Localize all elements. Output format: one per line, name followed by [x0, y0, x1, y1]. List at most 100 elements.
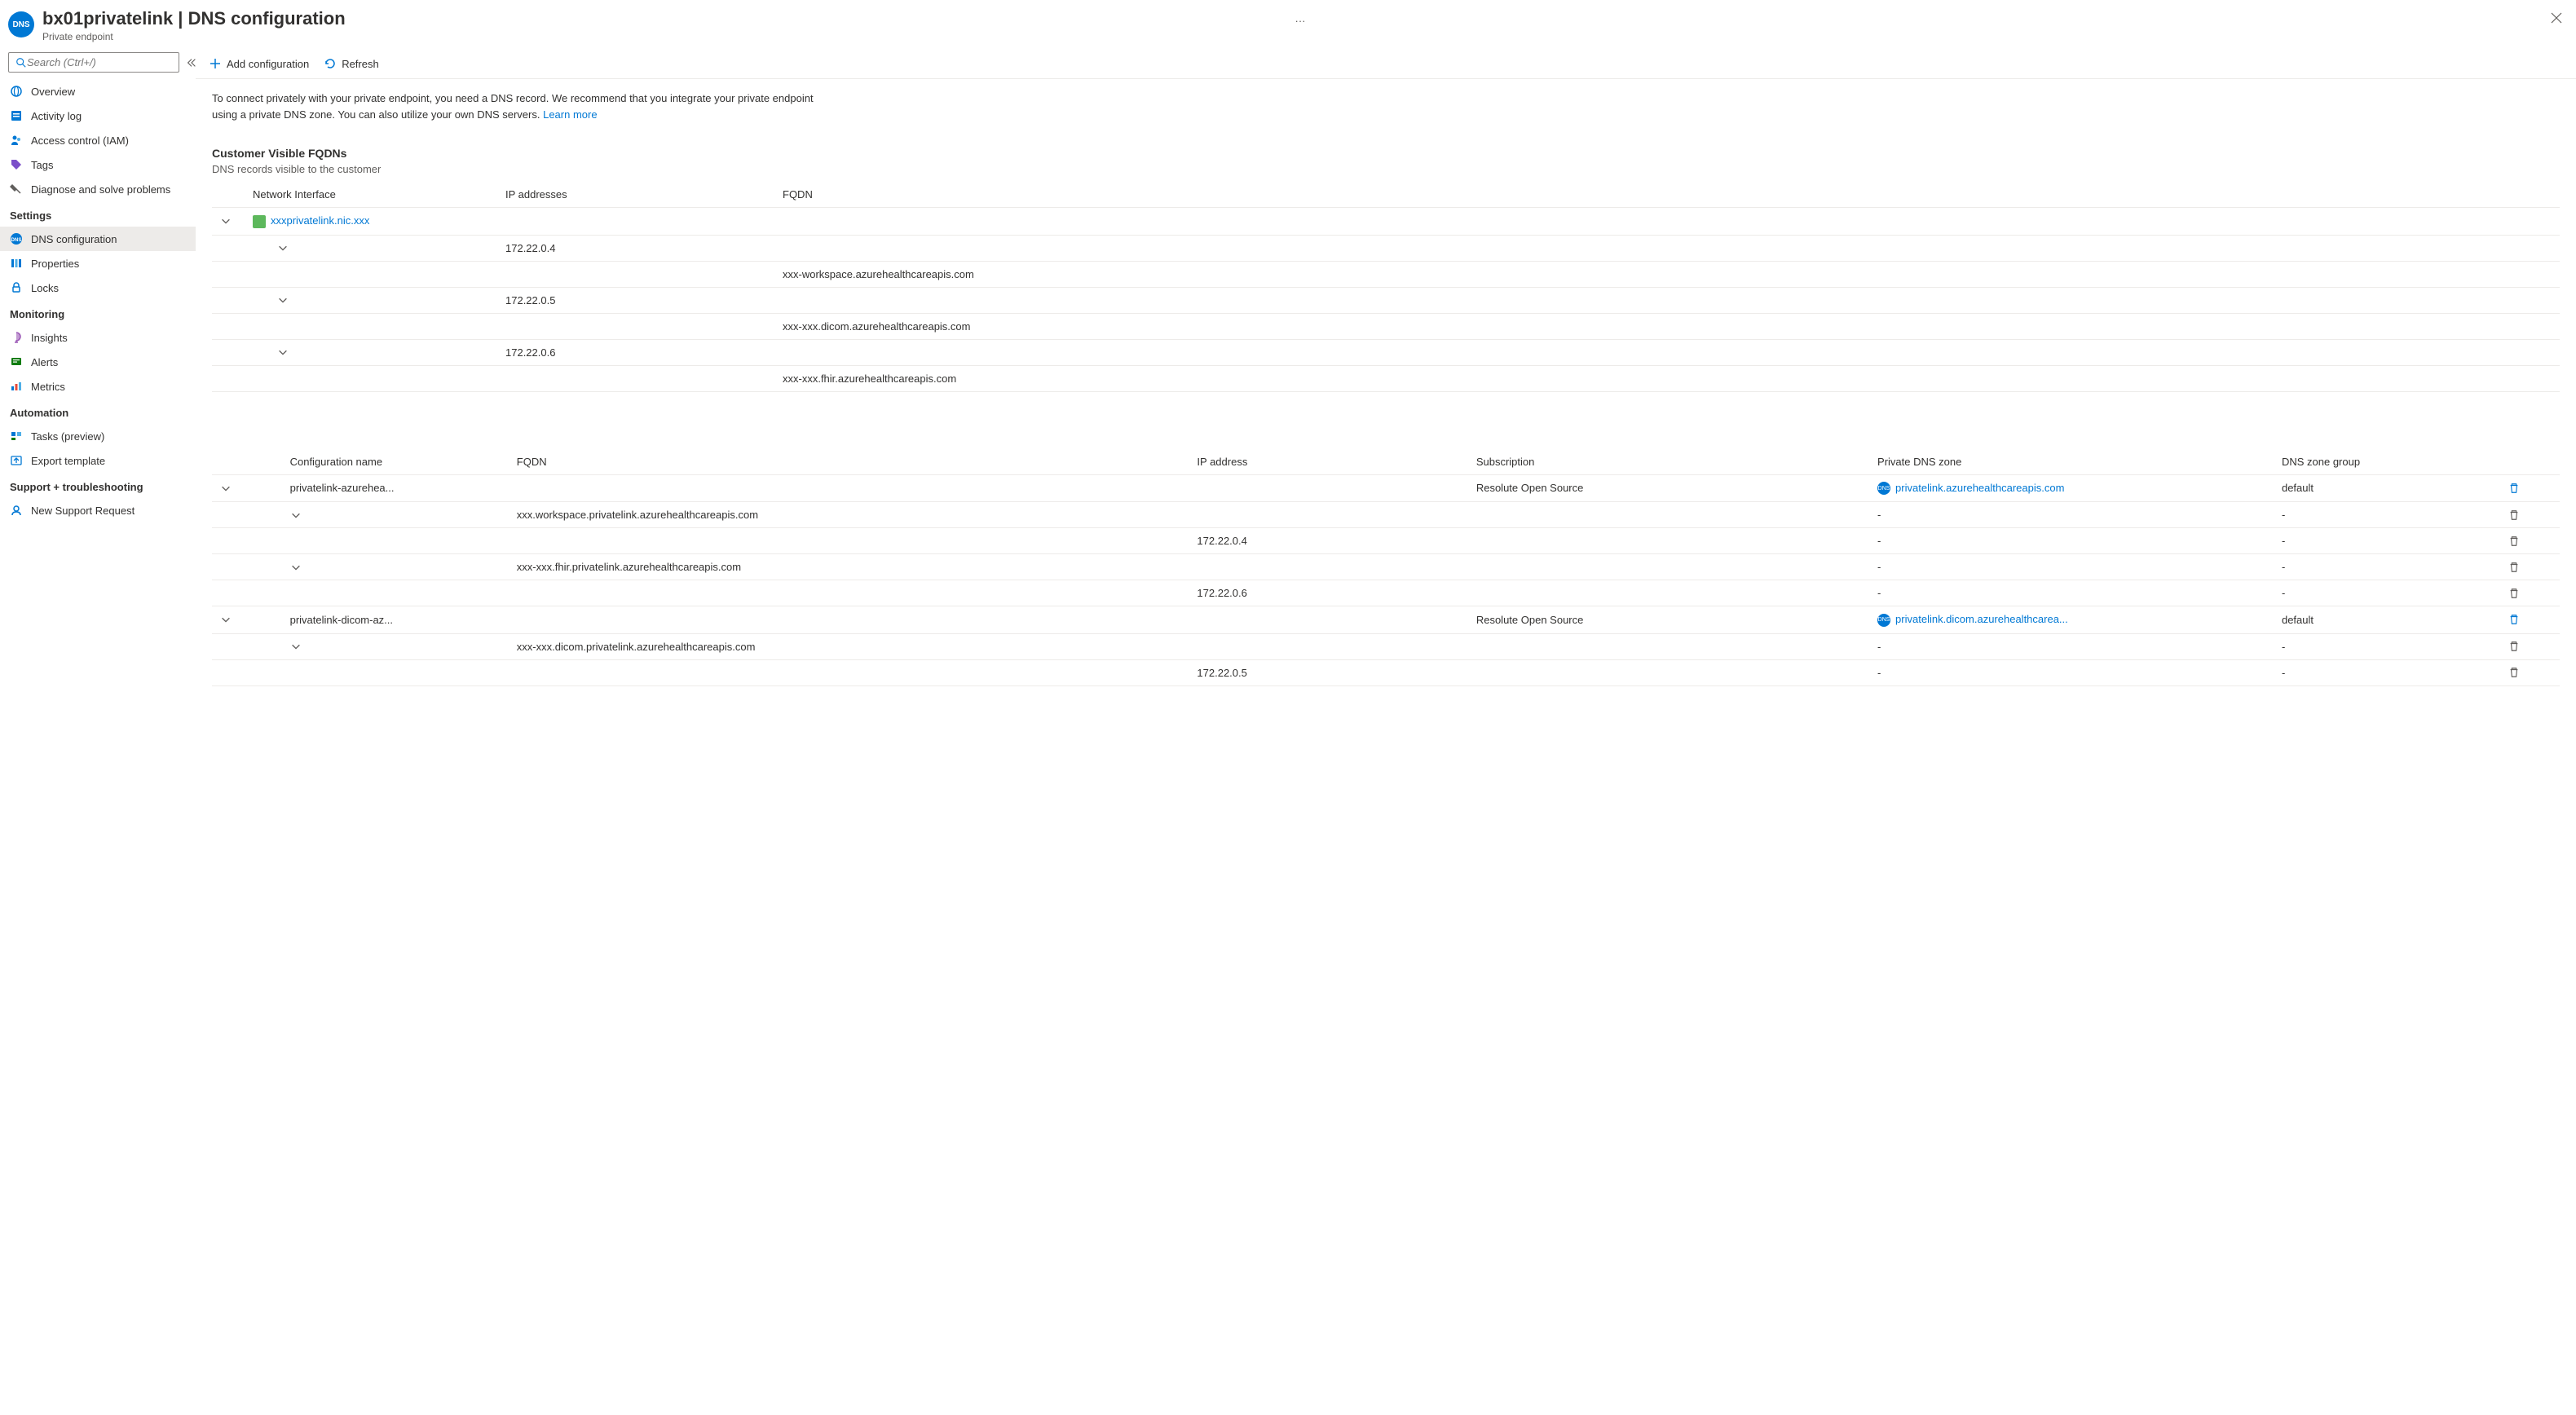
fqdn-detail-row: xxx-workspace.azurehealthcareapis.com	[212, 261, 2560, 287]
dns-zone-icon: DNS	[1877, 614, 1890, 627]
col-ip-address[interactable]: IP address	[1189, 449, 1467, 475]
chevron-down-icon[interactable]	[290, 509, 509, 521]
delete-button[interactable]	[2508, 641, 2552, 652]
fqdn-row: 172.22.0.5	[212, 287, 2560, 313]
nav-activity-log[interactable]: Activity log	[0, 104, 196, 128]
nav-new-support-request[interactable]: New Support Request	[0, 498, 196, 522]
dns-icon: DNS	[8, 11, 34, 37]
fqdns-desc: DNS records visible to the customer	[212, 163, 2560, 175]
ip-cell: 172.22.0.4	[1189, 528, 1467, 554]
col-private-dns-zone[interactable]: Private DNS zone	[1869, 449, 2274, 475]
delete-button[interactable]	[2508, 667, 2552, 678]
ip-cell: 172.22.0.5	[497, 287, 774, 313]
nav-alerts[interactable]: Alerts	[0, 350, 196, 374]
dash-cell: -	[2274, 554, 2500, 580]
nav-locks[interactable]: Locks	[0, 276, 196, 300]
chevron-down-icon[interactable]	[220, 483, 274, 494]
delete-button[interactable]	[2508, 614, 2552, 625]
refresh-button[interactable]: Refresh	[324, 57, 379, 70]
fqdns-title: Customer Visible FQDNs	[212, 147, 2560, 160]
nic-icon	[253, 215, 266, 228]
blade-header: DNS bx01privatelink | DNS configuration …	[0, 0, 2576, 49]
nav-insights[interactable]: Insights	[0, 325, 196, 350]
dns-zone-link[interactable]: privatelink.azurehealthcareapis.com	[1895, 482, 2064, 494]
learn-more-link[interactable]: Learn more	[543, 108, 597, 121]
search-input[interactable]	[27, 56, 172, 68]
nav-tasks[interactable]: Tasks (preview)	[0, 424, 196, 448]
main-content: Add configuration Refresh To connect pri…	[196, 49, 2576, 1415]
nav-section-settings: Settings	[0, 201, 196, 227]
add-configuration-button[interactable]: Add configuration	[209, 57, 309, 70]
search-input-wrapper[interactable]	[8, 52, 179, 73]
zone-group-cell: default	[2274, 474, 2500, 502]
delete-button[interactable]	[2508, 588, 2552, 599]
dash-cell: -	[2274, 502, 2500, 528]
dash-cell: -	[1869, 528, 2274, 554]
dash-cell: -	[2274, 580, 2500, 606]
delete-button[interactable]	[2508, 509, 2552, 521]
nav-properties[interactable]: Properties	[0, 251, 196, 276]
nav-dns-configuration[interactable]: DNS DNS configuration	[0, 227, 196, 251]
chevron-down-icon[interactable]	[277, 294, 489, 306]
nav-export-template[interactable]: Export template	[0, 448, 196, 473]
delete-button[interactable]	[2508, 536, 2552, 547]
config-row: xxx.workspace.privatelink.azurehealthcar…	[212, 502, 2560, 528]
fqdn-row: 172.22.0.4	[212, 235, 2560, 261]
nav-label: Alerts	[31, 356, 58, 368]
chevron-down-icon[interactable]	[290, 641, 509, 652]
nav-section-automation: Automation	[0, 399, 196, 424]
nav-section-support: Support + troubleshooting	[0, 473, 196, 498]
more-actions-button[interactable]: ···	[1295, 15, 1306, 27]
dns-zone-link[interactable]: privatelink.dicom.azurehealthcarea...	[1895, 613, 2068, 625]
config-table: Configuration name FQDN IP address Subsc…	[212, 449, 2560, 686]
col-subscription[interactable]: Subscription	[1468, 449, 1869, 475]
config-row: xxx-xxx.dicom.privatelink.azurehealthcar…	[212, 633, 2560, 659]
nav-label: Overview	[31, 86, 75, 98]
delete-button[interactable]	[2508, 483, 2552, 494]
nav-label: Insights	[31, 332, 68, 344]
nav-tags[interactable]: Tags	[0, 152, 196, 177]
nav-iam[interactable]: Access control (IAM)	[0, 128, 196, 152]
chevron-down-icon[interactable]	[277, 346, 489, 358]
close-icon	[2550, 11, 2563, 24]
nav-label: Tags	[31, 159, 53, 171]
col-network-interface[interactable]: Network Interface	[245, 182, 497, 208]
nav-diagnose[interactable]: Diagnose and solve problems	[0, 177, 196, 201]
iam-icon	[10, 134, 23, 147]
page-subtitle: Private endpoint	[42, 31, 1287, 42]
properties-icon	[10, 257, 23, 270]
close-button[interactable]	[2550, 11, 2563, 24]
svg-text:DNS: DNS	[11, 238, 22, 243]
chevron-down-icon[interactable]	[290, 562, 509, 573]
ip-cell: 172.22.0.4	[497, 235, 774, 261]
nav-metrics[interactable]: Metrics	[0, 374, 196, 399]
dash-cell: -	[1869, 554, 2274, 580]
dash-cell: -	[1869, 659, 2274, 685]
toolbar: Add configuration Refresh	[196, 49, 2576, 79]
chevron-down-icon[interactable]	[277, 242, 489, 253]
nav-label: DNS configuration	[31, 233, 117, 245]
nav-label: Metrics	[31, 381, 65, 393]
activity-log-icon	[10, 109, 23, 122]
chevron-down-icon[interactable]	[220, 614, 274, 625]
col-fqdn[interactable]: FQDN	[774, 182, 2560, 208]
button-label: Add configuration	[227, 58, 309, 70]
nic-link[interactable]: xxxprivatelink.nic.xxx	[271, 214, 369, 227]
col-fqdn[interactable]: FQDN	[509, 449, 1189, 475]
button-label: Refresh	[342, 58, 379, 70]
delete-button[interactable]	[2508, 562, 2552, 573]
nav-overview[interactable]: Overview	[0, 79, 196, 104]
fqdn-row: 172.22.0.6	[212, 339, 2560, 365]
chevron-down-icon[interactable]	[220, 215, 236, 227]
page-title: bx01privatelink | DNS configuration	[42, 8, 1287, 29]
fqdn-cell: xxx-xxx.dicom.azurehealthcareapis.com	[774, 313, 2560, 339]
dash-cell: -	[2274, 528, 2500, 554]
dns-zone-icon: DNS	[1877, 482, 1890, 495]
fqdn-cell: xxx.workspace.privatelink.azurehealthcar…	[509, 502, 1468, 528]
support-icon	[10, 504, 23, 517]
col-dns-zone-group[interactable]: DNS zone group	[2274, 449, 2500, 475]
nav-section-monitoring: Monitoring	[0, 300, 196, 325]
col-ip-addresses[interactable]: IP addresses	[497, 182, 774, 208]
col-config-name[interactable]: Configuration name	[282, 449, 509, 475]
diagnose-icon	[10, 183, 23, 196]
